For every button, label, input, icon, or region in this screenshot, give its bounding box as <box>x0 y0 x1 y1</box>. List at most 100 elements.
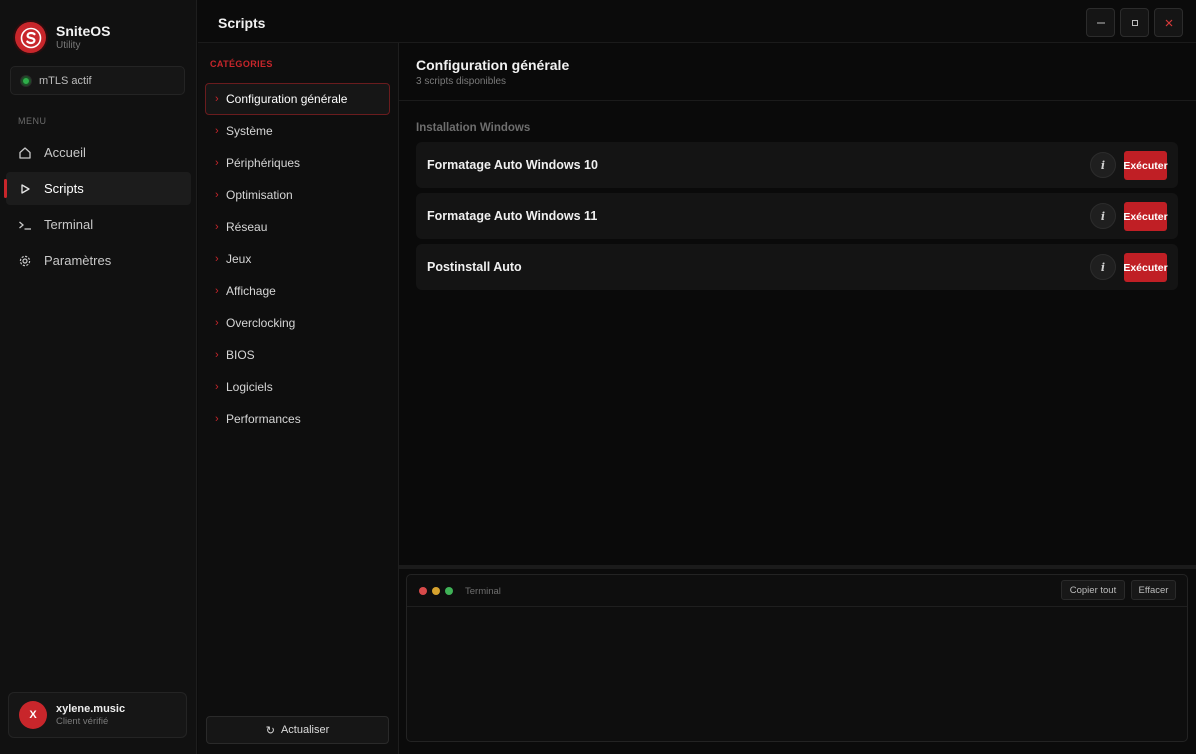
category-item[interactable]: › Jeux <box>205 243 390 275</box>
scripts-list: Formatage Auto Windows 10 i Exécuter For… <box>416 142 1178 295</box>
minimize-icon <box>1096 22 1105 23</box>
category-label: Overclocking <box>226 316 296 330</box>
close-icon <box>1165 19 1172 26</box>
main-nav: Accueil Scripts Terminal Paramètres <box>4 136 191 280</box>
category-label: Affichage <box>226 284 276 298</box>
category-label: Système <box>226 124 273 138</box>
nav-label: Scripts <box>44 181 84 196</box>
category-item[interactable]: › Optimisation <box>205 179 390 211</box>
category-item[interactable]: › Performances <box>205 403 390 435</box>
run-button[interactable]: Exécuter <box>1123 202 1168 231</box>
refresh-button[interactable]: ↻ Actualiser <box>206 716 389 744</box>
app-sidebar: SniteOS Utility mTLS actif MENU Accueil … <box>0 0 197 754</box>
info-button[interactable]: i <box>1090 152 1116 178</box>
category-item[interactable]: › Système <box>205 115 390 147</box>
script-row: Formatage Auto Windows 11 i Exécuter <box>416 193 1178 239</box>
status-dot-icon <box>21 75 31 86</box>
category-label: Réseau <box>226 220 268 234</box>
user-name: xylene.music <box>56 703 126 715</box>
terminal-output[interactable] <box>407 608 1187 741</box>
title-bar: Scripts <box>198 0 1196 43</box>
script-name: Postinstall Auto <box>427 260 522 274</box>
minimize-button[interactable] <box>1086 8 1115 37</box>
category-label: Configuration générale <box>226 92 348 106</box>
category-label: Logiciels <box>226 380 273 394</box>
traffic-light-green-icon <box>445 587 453 595</box>
gear-icon <box>18 254 32 268</box>
nav-label: Paramètres <box>44 253 112 268</box>
category-label: Jeux <box>226 252 252 266</box>
connection-status: mTLS actif <box>10 66 185 95</box>
content-header: Configuration générale 3 scripts disponi… <box>399 43 1196 101</box>
chevron-right-icon: › <box>215 189 219 201</box>
refresh-icon: ↻ <box>265 724 275 737</box>
category-label: Périphériques <box>226 156 301 170</box>
script-row: Formatage Auto Windows 10 i Exécuter <box>416 142 1178 188</box>
maximize-button[interactable] <box>1120 8 1149 37</box>
snite-logo-icon <box>15 22 46 53</box>
chevron-right-icon: › <box>215 381 219 393</box>
script-group-title: Installation Windows <box>416 122 531 134</box>
terminal-panel: Terminal Copier tout Effacer <box>406 574 1188 742</box>
brand: SniteOS Utility <box>15 22 110 53</box>
user-card[interactable]: X xylene.music Client vérifié <box>8 692 187 738</box>
nav-item-terminal[interactable]: Terminal <box>6 208 191 241</box>
category-item[interactable]: › BIOS <box>205 339 390 371</box>
terminal-resize-handle[interactable] <box>399 565 1196 569</box>
nav-label: Accueil <box>44 145 86 160</box>
category-item[interactable]: › Affichage <box>205 275 390 307</box>
chevron-right-icon: › <box>215 253 219 265</box>
run-button[interactable]: Exécuter <box>1123 151 1168 180</box>
chevron-right-icon: › <box>215 157 219 169</box>
play-icon <box>18 182 32 196</box>
app-subtitle: Utility <box>56 40 81 51</box>
categories-panel: CATÉGORIES › Configuration générale › Syst… <box>198 43 399 754</box>
page-title: Scripts <box>218 15 266 31</box>
content-title: Configuration générale <box>416 57 570 73</box>
run-button[interactable]: Exécuter <box>1123 253 1168 282</box>
chevron-right-icon: › <box>215 125 219 137</box>
script-name: Formatage Auto Windows 10 <box>427 158 598 172</box>
info-button[interactable]: i <box>1090 203 1116 229</box>
nav-label: Terminal <box>44 217 94 232</box>
categories-caption: CATÉGORIES <box>210 59 273 69</box>
info-button[interactable]: i <box>1090 254 1116 280</box>
chevron-right-icon: › <box>215 221 219 233</box>
traffic-light-red-icon <box>419 587 427 595</box>
category-item[interactable]: › Configuration générale <box>205 83 390 115</box>
refresh-label: Actualiser <box>280 724 330 736</box>
nav-item-scripts[interactable]: Scripts <box>4 172 191 205</box>
chevron-right-icon: › <box>215 317 219 329</box>
chevron-right-icon: › <box>215 93 219 105</box>
clear-button[interactable]: Effacer <box>1131 580 1176 600</box>
category-item[interactable]: › Périphériques <box>205 147 390 179</box>
chevron-right-icon: › <box>215 413 219 425</box>
category-item[interactable]: › Overclocking <box>205 307 390 339</box>
nav-item-parametres[interactable]: Paramètres <box>6 244 191 277</box>
category-label: Optimisation <box>226 188 293 202</box>
main-content: Configuration générale 3 scripts disponi… <box>399 43 1196 565</box>
category-item[interactable]: › Logiciels <box>205 371 390 403</box>
home-icon <box>18 146 32 160</box>
traffic-light-yellow-icon <box>432 587 440 595</box>
categories-list: › Configuration générale › Système › Périph… <box>205 83 390 435</box>
terminal-icon <box>18 218 32 232</box>
terminal-header: Terminal Copier tout Effacer <box>407 575 1187 607</box>
script-row: Postinstall Auto i Exécuter <box>416 244 1178 290</box>
script-name: Formatage Auto Windows 11 <box>427 209 598 223</box>
category-item[interactable]: › Réseau <box>205 211 390 243</box>
app-name: SniteOS <box>56 23 111 39</box>
copy-all-button[interactable]: Copier tout <box>1061 580 1125 600</box>
maximize-icon <box>1131 19 1138 26</box>
chevron-right-icon: › <box>215 285 219 297</box>
category-label: Performances <box>226 412 301 426</box>
user-status: Client vérifié <box>56 716 109 727</box>
terminal-title: Terminal <box>465 586 501 597</box>
content-subtitle: 3 scripts disponibles <box>416 76 507 87</box>
chevron-right-icon: › <box>215 349 219 361</box>
menu-caption: MENU <box>18 116 47 126</box>
nav-item-accueil[interactable]: Accueil <box>6 136 191 169</box>
connection-label: mTLS actif <box>39 74 92 87</box>
category-label: BIOS <box>226 348 255 362</box>
close-button[interactable] <box>1154 8 1183 37</box>
